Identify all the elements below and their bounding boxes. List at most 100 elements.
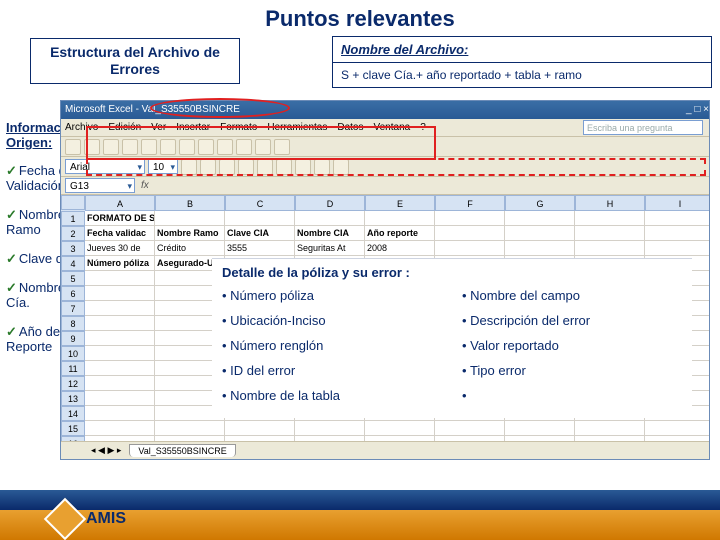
cell[interactable] xyxy=(85,316,155,331)
cell[interactable] xyxy=(505,211,575,226)
toolbar-button[interactable] xyxy=(274,139,290,155)
cell[interactable] xyxy=(85,301,155,316)
toolbar-button[interactable] xyxy=(84,139,100,155)
toolbar-button[interactable] xyxy=(160,139,176,155)
cell[interactable] xyxy=(85,421,155,436)
toolbar-button[interactable] xyxy=(65,139,81,155)
window-controls[interactable]: _ □ × xyxy=(686,101,709,119)
cell[interactable]: Número póliza xyxy=(85,256,155,271)
cell[interactable] xyxy=(85,376,155,391)
cell[interactable] xyxy=(645,241,709,256)
row-header[interactable]: 15 xyxy=(61,421,85,436)
cell[interactable] xyxy=(85,346,155,361)
sheet-tab[interactable]: Val_S35550BSINCRE xyxy=(129,444,235,457)
italic-button[interactable] xyxy=(200,159,216,175)
cell[interactable] xyxy=(505,421,575,436)
underline-button[interactable] xyxy=(219,159,235,175)
cell[interactable] xyxy=(575,241,645,256)
cell[interactable] xyxy=(435,421,505,436)
name-box[interactable]: G13 xyxy=(65,178,135,193)
formula-bar[interactable]: G13 fx xyxy=(61,177,709,195)
cell[interactable] xyxy=(85,406,155,421)
toolbar-button[interactable] xyxy=(217,139,233,155)
row-header[interactable]: 3 xyxy=(61,241,85,256)
toolbar-button[interactable] xyxy=(255,139,271,155)
row-header[interactable]: 11 xyxy=(61,361,85,376)
cell[interactable]: Fecha validac xyxy=(85,226,155,241)
cell[interactable] xyxy=(645,211,709,226)
cell[interactable] xyxy=(225,211,295,226)
cell[interactable] xyxy=(575,226,645,241)
row-header[interactable]: 10 xyxy=(61,346,85,361)
col-header[interactable]: D xyxy=(295,195,365,211)
cell[interactable] xyxy=(645,226,709,241)
cell[interactable] xyxy=(365,421,435,436)
cell[interactable]: Año reporte xyxy=(365,226,435,241)
cell[interactable] xyxy=(505,241,575,256)
row-header[interactable]: 14 xyxy=(61,406,85,421)
cell[interactable] xyxy=(645,421,709,436)
cell[interactable] xyxy=(155,421,225,436)
cell[interactable] xyxy=(225,421,295,436)
col-header[interactable]: I xyxy=(645,195,709,211)
row-header[interactable]: 9 xyxy=(61,331,85,346)
toolbar-button[interactable] xyxy=(238,159,254,175)
cell[interactable] xyxy=(85,331,155,346)
menu-item[interactable]: Ver xyxy=(151,119,166,136)
cell[interactable]: 3555 xyxy=(225,241,295,256)
toolbar-button[interactable] xyxy=(276,159,292,175)
toolbar-button[interactable] xyxy=(333,159,349,175)
font-dropdown[interactable]: Arial xyxy=(65,159,145,174)
cell[interactable]: Nombre Ramo xyxy=(155,226,225,241)
col-header[interactable]: A xyxy=(85,195,155,211)
cell[interactable]: FORMATO DE SALIDA DE VALIDACIONES SESAS xyxy=(85,211,155,226)
row-header[interactable]: 8 xyxy=(61,316,85,331)
cell[interactable]: Crédito xyxy=(155,241,225,256)
cell[interactable] xyxy=(85,391,155,406)
excel-toolbar-formatting[interactable]: Arial 10 xyxy=(61,157,709,177)
row-header[interactable]: 6 xyxy=(61,286,85,301)
cell[interactable]: Jueves 30 de xyxy=(85,241,155,256)
menu-item[interactable]: Formato xyxy=(220,119,257,136)
toolbar-button[interactable] xyxy=(257,159,273,175)
row-header[interactable]: 12 xyxy=(61,376,85,391)
col-header[interactable]: E xyxy=(365,195,435,211)
menu-item[interactable]: ? xyxy=(420,119,426,136)
menu-item[interactable]: Ventana xyxy=(373,119,410,136)
col-header[interactable]: H xyxy=(575,195,645,211)
toolbar-button[interactable] xyxy=(103,139,119,155)
menu-item[interactable]: Edición xyxy=(108,119,141,136)
col-header[interactable]: B xyxy=(155,195,225,211)
excel-toolbar-standard[interactable] xyxy=(61,137,709,157)
cell[interactable]: Seguritas At xyxy=(295,241,365,256)
cell[interactable] xyxy=(85,361,155,376)
cell[interactable] xyxy=(505,226,575,241)
sheet-tab-bar[interactable]: ◂ ◀ ▶ ▸ Val_S35550BSINCRE xyxy=(61,441,709,459)
toolbar-button[interactable] xyxy=(122,139,138,155)
cell[interactable] xyxy=(295,421,365,436)
menu-item[interactable]: Archivo xyxy=(65,119,98,136)
cell[interactable] xyxy=(435,226,505,241)
row-header[interactable]: 7 xyxy=(61,301,85,316)
row-header[interactable]: 4 xyxy=(61,256,85,271)
col-header[interactable]: F xyxy=(435,195,505,211)
toolbar-button[interactable] xyxy=(179,139,195,155)
cell[interactable] xyxy=(435,241,505,256)
toolbar-button[interactable] xyxy=(314,159,330,175)
row-header[interactable]: 2 xyxy=(61,226,85,241)
bold-button[interactable] xyxy=(181,159,197,175)
fx-icon[interactable]: fx xyxy=(141,180,149,191)
cell[interactable] xyxy=(575,211,645,226)
row-header[interactable]: 1 xyxy=(61,211,85,226)
cell[interactable]: 2008 xyxy=(365,241,435,256)
cell[interactable] xyxy=(575,421,645,436)
menu-item[interactable]: Datos xyxy=(337,119,363,136)
toolbar-button[interactable] xyxy=(295,159,311,175)
cell[interactable]: Nombre CIA xyxy=(295,226,365,241)
fontsize-dropdown[interactable]: 10 xyxy=(148,159,178,174)
col-header[interactable]: C xyxy=(225,195,295,211)
cell[interactable] xyxy=(155,211,225,226)
cell[interactable] xyxy=(85,286,155,301)
toolbar-button[interactable] xyxy=(236,139,252,155)
cell[interactable] xyxy=(365,211,435,226)
